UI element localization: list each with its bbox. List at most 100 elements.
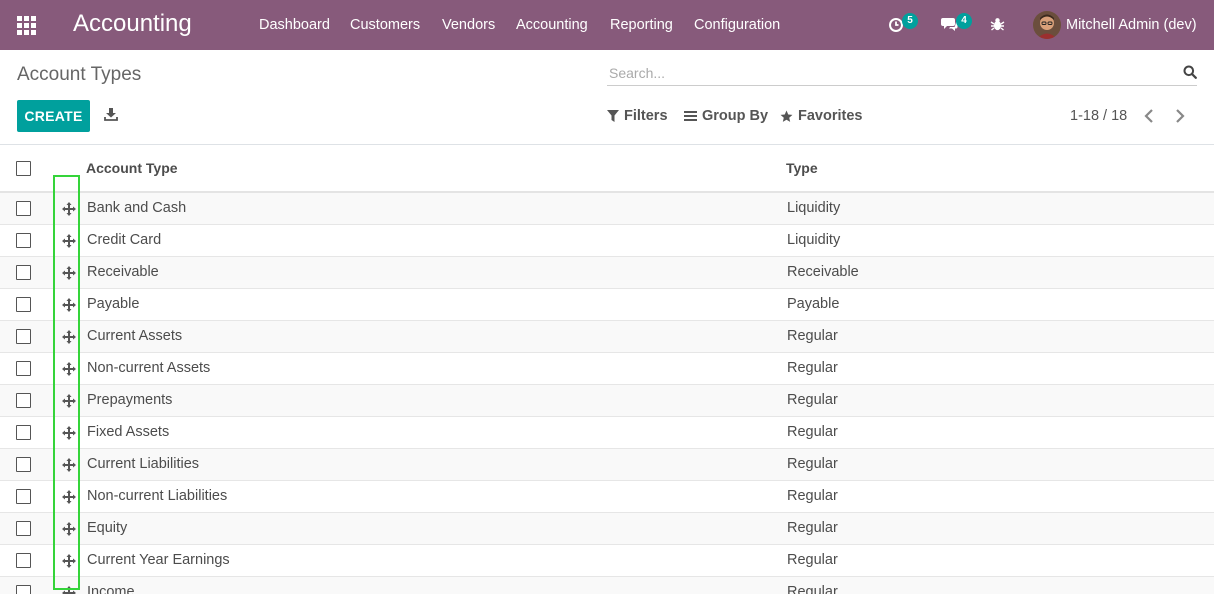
row-checkbox[interactable] (16, 361, 31, 376)
table-row[interactable]: Income Regular (0, 577, 1214, 594)
menu-vendors[interactable]: Vendors (442, 0, 495, 50)
drag-handle-icon[interactable] (61, 393, 77, 409)
table-header: Account Type Type (0, 145, 1214, 193)
table-row[interactable]: Credit Card Liquidity (0, 225, 1214, 257)
cell-account-type: Bank and Cash (87, 200, 187, 216)
pager-value[interactable]: 1-18 / 18 (1070, 104, 1127, 128)
cell-type: Payable (787, 296, 840, 312)
table-row[interactable]: Bank and Cash Liquidity (0, 193, 1214, 225)
filters-label: Filters (624, 108, 668, 124)
menu-dashboard[interactable]: Dashboard (259, 0, 330, 50)
table-row[interactable]: Current Year Earnings Regular (0, 545, 1214, 577)
cell-type: Liquidity (787, 200, 841, 216)
table-row[interactable]: Prepayments Regular (0, 385, 1214, 417)
list-table: Account Type Type Bank and Cash Liquidit… (0, 144, 1214, 594)
filter-icon (607, 110, 619, 122)
table-row[interactable]: Non-current Liabilities Regular (0, 481, 1214, 513)
row-checkbox[interactable] (16, 329, 31, 344)
row-checkbox[interactable] (16, 457, 31, 472)
column-header-type[interactable]: Type (786, 160, 818, 176)
cell-account-type: Income (87, 584, 135, 594)
search-icon[interactable] (1183, 65, 1197, 79)
cell-account-type: Current Assets (87, 328, 183, 344)
cell-account-type: Current Liabilities (87, 456, 200, 472)
table-row[interactable]: Fixed Assets Regular (0, 417, 1214, 449)
cell-type: Regular (787, 424, 838, 440)
menu-configuration[interactable]: Configuration (694, 0, 780, 50)
cell-account-type: Non-current Assets (87, 360, 211, 376)
row-checkbox[interactable] (16, 393, 31, 408)
debug-bug-icon[interactable] (990, 17, 1005, 32)
user-name[interactable]: Mitchell Admin (dev) (1066, 0, 1197, 50)
row-checkbox[interactable] (16, 521, 31, 536)
table-row[interactable]: Current Assets Regular (0, 321, 1214, 353)
cell-account-type: Fixed Assets (87, 424, 170, 440)
select-all-checkbox[interactable] (16, 161, 31, 176)
filters-button[interactable]: Filters (607, 104, 668, 128)
download-icon[interactable] (104, 107, 118, 121)
favorites-label: Favorites (798, 108, 863, 124)
cell-type: Regular (787, 360, 838, 376)
cell-account-type: Receivable (87, 264, 159, 280)
cell-account-type: Credit Card (87, 232, 162, 248)
drag-handle-icon[interactable] (61, 201, 77, 217)
cell-account-type: Equity (87, 520, 128, 536)
menu-accounting[interactable]: Accounting (516, 0, 588, 50)
drag-handle-icon[interactable] (61, 361, 77, 377)
apps-menu-icon[interactable] (17, 16, 36, 35)
group-by-label: Group By (702, 108, 769, 124)
breadcrumb-title: Account Types (17, 64, 142, 85)
drag-handle-icon[interactable] (61, 297, 77, 313)
row-checkbox[interactable] (16, 233, 31, 248)
create-button[interactable]: CREATE (17, 100, 90, 132)
message-count-badge: 4 (956, 13, 972, 29)
row-checkbox[interactable] (16, 585, 31, 594)
cell-type: Regular (787, 456, 838, 472)
row-checkbox[interactable] (16, 553, 31, 568)
drag-handle-icon[interactable] (61, 521, 77, 537)
table-row[interactable]: Payable Payable (0, 289, 1214, 321)
app-title[interactable]: Accounting (73, 10, 192, 38)
activity-count-badge: 5 (902, 13, 918, 29)
user-avatar[interactable] (1033, 11, 1061, 39)
star-icon (780, 110, 793, 122)
drag-handle-icon[interactable] (61, 265, 77, 281)
cell-type: Receivable (787, 264, 859, 280)
top-navbar: Accounting Dashboard Customers Vendors A… (0, 0, 1214, 50)
group-by-icon (684, 111, 697, 121)
cell-type: Regular (787, 328, 838, 344)
cell-account-type: Non-current Liabilities (87, 488, 228, 504)
pager-next-icon[interactable] (1175, 108, 1185, 124)
menu-reporting[interactable]: Reporting (610, 0, 673, 50)
drag-handle-icon[interactable] (61, 553, 77, 569)
table-row[interactable]: Equity Regular (0, 513, 1214, 545)
favorites-button[interactable]: Favorites (780, 104, 862, 128)
drag-handle-icon[interactable] (61, 585, 77, 594)
table-row[interactable]: Receivable Receivable (0, 257, 1214, 289)
cell-type: Liquidity (787, 232, 841, 248)
drag-handle-icon[interactable] (61, 329, 77, 345)
row-checkbox[interactable] (16, 297, 31, 312)
cell-type: Regular (787, 584, 838, 594)
cell-type: Regular (787, 552, 838, 568)
drag-handle-icon[interactable] (61, 457, 77, 473)
cell-account-type: Current Year Earnings (87, 552, 230, 568)
drag-handle-icon[interactable] (61, 233, 77, 249)
drag-handle-icon[interactable] (61, 425, 77, 441)
pager-previous-icon[interactable] (1144, 108, 1154, 124)
group-by-button[interactable]: Group By (684, 104, 768, 128)
row-checkbox[interactable] (16, 201, 31, 216)
drag-handle-icon[interactable] (61, 489, 77, 505)
row-checkbox[interactable] (16, 265, 31, 280)
table-row[interactable]: Current Liabilities Regular (0, 449, 1214, 481)
row-checkbox[interactable] (16, 489, 31, 504)
cell-type: Regular (787, 520, 838, 536)
search-bar (607, 62, 1197, 86)
cell-account-type: Prepayments (87, 392, 173, 408)
search-input[interactable] (607, 62, 1167, 84)
row-checkbox[interactable] (16, 425, 31, 440)
cell-type: Regular (787, 488, 838, 504)
column-header-account-type[interactable]: Account Type (86, 160, 178, 176)
menu-customers[interactable]: Customers (350, 0, 420, 50)
table-row[interactable]: Non-current Assets Regular (0, 353, 1214, 385)
